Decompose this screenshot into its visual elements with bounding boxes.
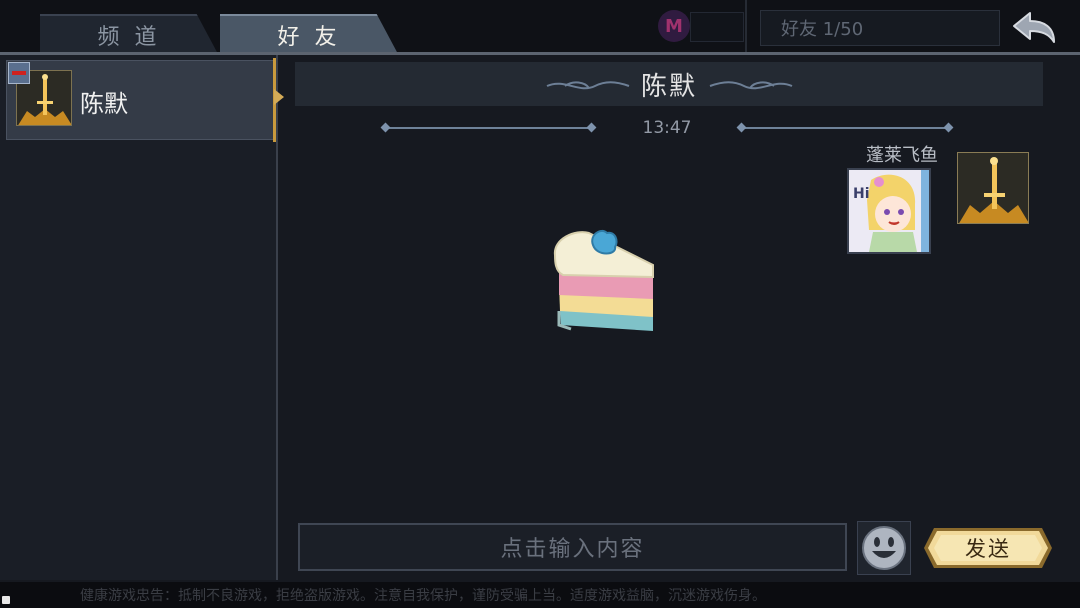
message-input[interactable]: 点击输入内容 [298, 523, 847, 571]
m-currency-icon: M [658, 10, 690, 42]
chat-header: 陈默 [295, 62, 1043, 106]
back-button[interactable] [1008, 10, 1060, 48]
time-divider-right [742, 127, 950, 129]
svg-text:Hi: Hi [853, 186, 870, 202]
cake-gift-icon [545, 225, 657, 339]
status-dot [2, 596, 10, 604]
tab-friends[interactable]: 好 友 [220, 14, 398, 54]
currency-field [690, 12, 744, 42]
friends-count: 好友 1/50 [760, 10, 1000, 46]
friend-name: 陈默 [80, 90, 128, 118]
tab-channel[interactable]: 频 道 [40, 14, 218, 54]
send-label: 发送 [965, 537, 1011, 561]
sender-avatar[interactable] [957, 152, 1029, 224]
selection-arrow-icon [274, 89, 284, 105]
remove-friend-icon[interactable] [8, 62, 30, 84]
sticker-art: Hi [849, 170, 929, 252]
time-divider-left [386, 127, 592, 129]
message-time: 13:47 [642, 118, 692, 138]
sender-name: 蓬莱飞鱼 [866, 145, 938, 166]
emoji-face-icon [862, 526, 906, 570]
ticker-text: 健康游戏忠告：抵制不良游戏，拒绝盗版游戏。注意自我保护，谨防受骗上当。适度游戏益… [80, 588, 766, 604]
anti-addiction-ticker: 健康游戏忠告：抵制不良游戏，拒绝盗版游戏。注意自我保护，谨防受骗上当。适度游戏益… [0, 582, 1080, 608]
sword-avatar-icon [958, 153, 1028, 223]
chat-title: 陈默 [640, 71, 697, 102]
right-flourish-icon [709, 81, 793, 90]
hi-sticker-icon[interactable]: Hi [847, 168, 931, 254]
send-button[interactable]: 发送 [922, 526, 1054, 570]
top-divider [745, 0, 747, 54]
left-flourish-icon [546, 81, 630, 90]
emoji-button[interactable] [857, 521, 911, 575]
back-arrow-icon [1013, 12, 1055, 43]
